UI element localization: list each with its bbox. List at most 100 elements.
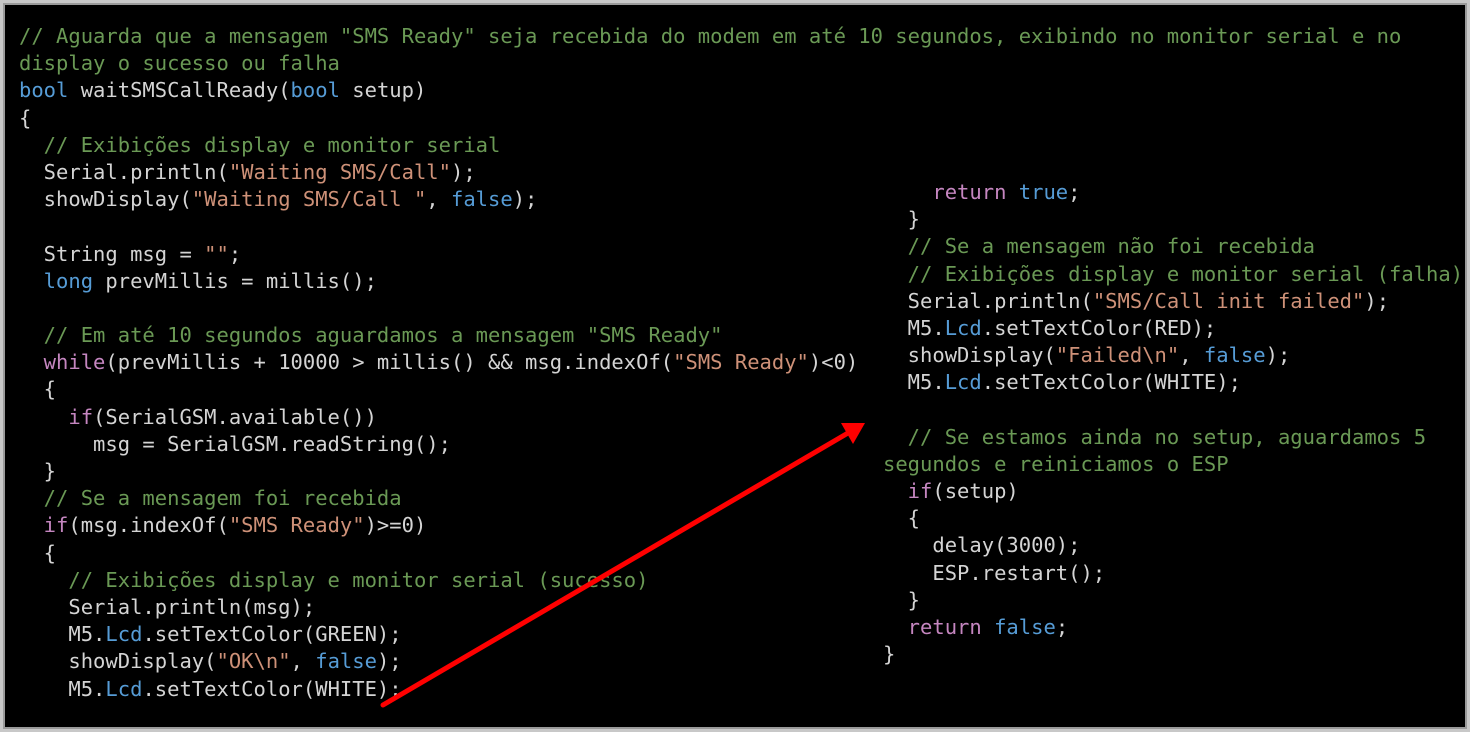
code-token-plain: (SerialGSM.available()) xyxy=(93,404,377,429)
code-line: // Se estamos ainda no setup, aguardamos… xyxy=(883,424,1463,451)
code-token-string: "Waiting SMS/Call" xyxy=(228,159,451,184)
code-token-control: if xyxy=(19,513,69,538)
code-token-plain: Serial.println( xyxy=(19,159,229,184)
code-line: display o sucesso ou falha xyxy=(19,50,1401,77)
code-token-plain: , xyxy=(290,649,316,674)
code-token-comment: // Em até 10 segundos aguardamos a mensa… xyxy=(19,323,723,348)
code-token-comment: // Se a mensagem foi recebida xyxy=(19,486,402,511)
code-token-plain: { xyxy=(883,506,921,531)
code-line: delay(3000); xyxy=(883,532,1463,559)
code-token-plain: } xyxy=(883,642,896,667)
code-token-plain: ); xyxy=(451,159,476,184)
code-token-plain: ESP.restart(); xyxy=(883,560,1106,585)
code-token-plain: )>=0) xyxy=(364,513,427,538)
code-token-keyword: false xyxy=(450,187,513,212)
code-token-string: "Failed\n" xyxy=(1055,343,1180,368)
code-token-plain: delay(3000); xyxy=(883,533,1081,558)
code-line: } xyxy=(883,641,1463,668)
code-token-plain: showDisplay( xyxy=(883,343,1056,368)
code-token-control: return xyxy=(883,615,982,639)
code-token-plain: prevMillis = millis(); xyxy=(93,268,377,293)
code-line: M5.Lcd.setTextColor(WHITE); xyxy=(883,369,1463,396)
code-token-plain: showDisplay( xyxy=(19,649,217,674)
code-token-plain: } xyxy=(883,587,921,612)
code-token-plain: Serial.println( xyxy=(883,288,1093,313)
code-token-plain: ); xyxy=(512,187,538,212)
code-token-plain: ; xyxy=(1068,180,1081,204)
code-token-plain: )<0) xyxy=(808,350,859,375)
code-line: ESP.restart(); xyxy=(883,560,1463,587)
code-token-plain: String msg = xyxy=(19,241,205,266)
code-token-string: "SMS/Call init failed" xyxy=(1092,288,1365,313)
code-line: bool waitSMSCallReady(bool setup) xyxy=(19,77,1401,104)
code-token-control: while xyxy=(19,350,106,375)
code-token-plain: showDisplay( xyxy=(19,187,192,212)
code-token-keyword: long xyxy=(19,268,94,293)
code-token-plain: .setTextColor(WHITE); xyxy=(981,370,1241,395)
code-token-keyword: Lcd xyxy=(944,315,982,340)
code-token-plain: .setTextColor(WHITE); xyxy=(142,676,402,701)
code-token-plain: (setup) xyxy=(932,479,1019,504)
code-token-plain: , xyxy=(426,187,451,212)
code-token-plain: ; xyxy=(1055,615,1069,639)
code-token-plain: M5. xyxy=(19,622,106,647)
code-token-plain: ); xyxy=(1265,343,1291,368)
code-line: showDisplay("Failed\n", false); xyxy=(883,342,1463,369)
code-token-plain: M5. xyxy=(883,315,945,340)
code-token-control: if xyxy=(883,479,933,504)
code-line: { xyxy=(19,105,1401,132)
code-token-plain: setup) xyxy=(339,78,427,103)
code-token-keyword: true xyxy=(1018,180,1069,204)
code-line: M5.Lcd.setTextColor(WHITE); xyxy=(19,676,1401,703)
code-token-keyword: bool xyxy=(19,78,69,103)
code-token-plain: } xyxy=(883,207,921,232)
code-token-string: "Waiting SMS/Call " xyxy=(191,187,427,212)
code-line: // Exibições display e monitor serial xyxy=(19,132,1401,159)
code-screenshot-frame: // Aguarda que a mensagem "SMS Ready" se… xyxy=(3,3,1467,729)
code-line: return true; xyxy=(883,179,1463,206)
code-token-plain: (msg.indexOf( xyxy=(68,513,229,538)
code-token-string: "OK\n" xyxy=(216,649,291,674)
code-token-plain: .setTextColor(RED); xyxy=(981,315,1217,340)
code-token-keyword: bool xyxy=(290,78,340,103)
code-token-plain: } xyxy=(19,459,57,483)
code-token-keyword: Lcd xyxy=(105,622,143,647)
code-token-keyword: false xyxy=(1203,343,1266,368)
code-token-control: return xyxy=(883,180,1007,204)
code-token-comment: // Exibições display e monitor serial xyxy=(19,132,501,157)
code-line: // Aguarda que a mensagem "SMS Ready" se… xyxy=(19,23,1401,50)
code-line: { xyxy=(883,505,1463,532)
code-token-comment: display o sucesso ou falha xyxy=(19,51,340,76)
code-token-plain: { xyxy=(19,105,32,130)
code-token-control: if xyxy=(19,404,94,429)
code-token-plain: waitSMSCallReady( xyxy=(68,78,291,103)
code-token-plain: , xyxy=(1179,343,1204,368)
code-token-keyword: Lcd xyxy=(105,676,143,701)
code-token-plain: M5. xyxy=(19,676,106,701)
code-line: segundos e reiniciamos o ESP xyxy=(883,451,1463,478)
code-line: // Se a mensagem não foi recebida xyxy=(883,233,1463,260)
code-token-comment: // Aguarda que a mensagem "SMS Ready" se… xyxy=(19,24,1402,48)
code-token-plain: { xyxy=(19,540,57,565)
code-token-plain: Serial.println(msg); xyxy=(19,594,316,619)
code-token-keyword: false xyxy=(315,649,377,674)
code-line: } xyxy=(883,587,1463,614)
code-line: return false; xyxy=(883,614,1463,641)
code-token-plain: ; xyxy=(228,241,242,266)
code-token-keyword: false xyxy=(994,615,1056,639)
code-token-plain: msg = SerialGSM.readString(); xyxy=(19,431,451,456)
code-token-plain: ); xyxy=(1364,288,1390,313)
code-token-comment: segundos e reiniciamos o ESP xyxy=(883,451,1229,476)
code-token-string: "SMS Ready" xyxy=(673,350,809,375)
code-token-plain: M5. xyxy=(883,370,945,395)
code-line: // Exibições display e monitor serial (f… xyxy=(883,261,1463,288)
code-token-plain: .setTextColor(GREEN); xyxy=(142,622,402,647)
code-column-right: return true; } // Se a mensagem não foi … xyxy=(883,179,1463,668)
code-line: M5.Lcd.setTextColor(RED); xyxy=(883,315,1463,342)
code-token-comment: // Exibições display e monitor serial (s… xyxy=(19,567,649,592)
code-token-plain: (prevMillis + 10000 > millis() && msg.in… xyxy=(105,350,674,375)
code-token-comment: // Se a mensagem não foi recebida xyxy=(883,234,1315,259)
